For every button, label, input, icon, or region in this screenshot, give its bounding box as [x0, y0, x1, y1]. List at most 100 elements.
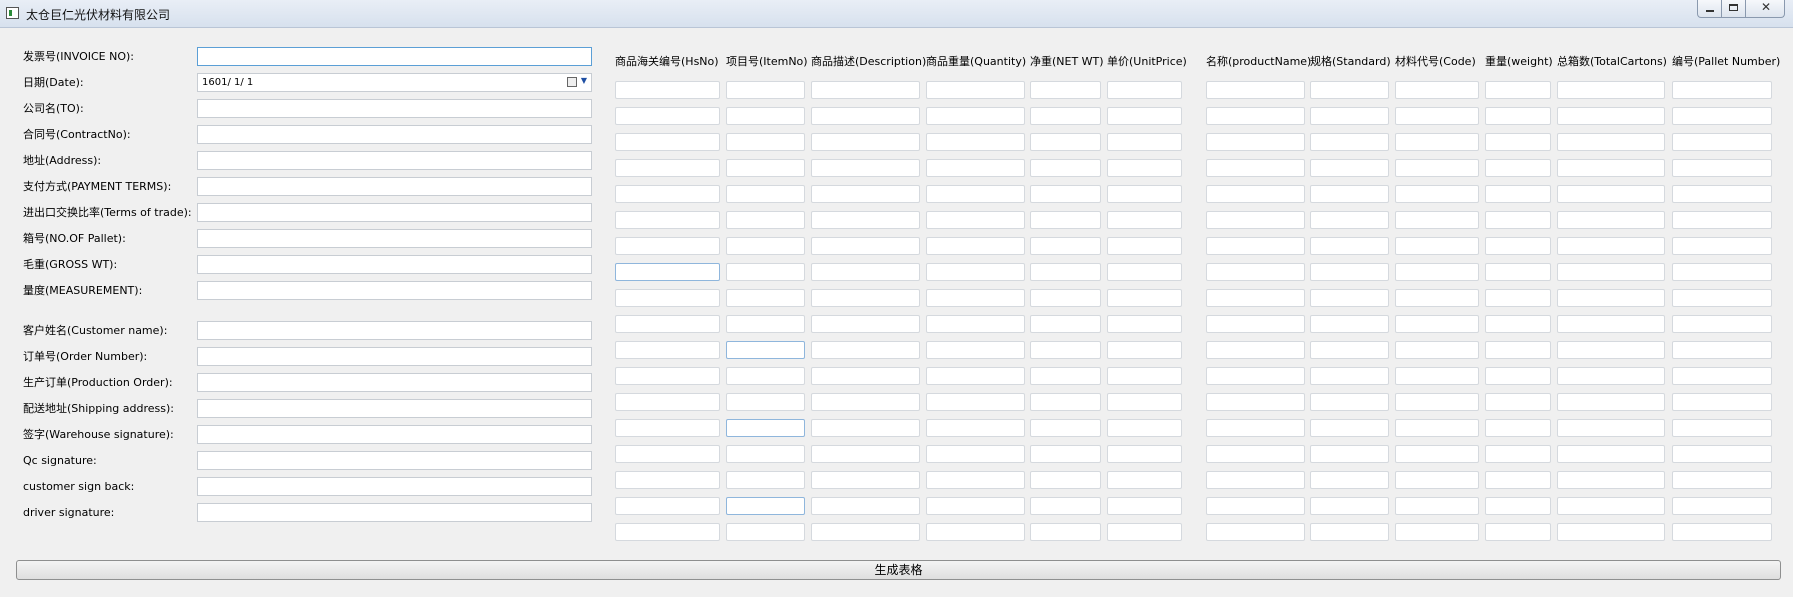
form-field-input[interactable]: [197, 125, 592, 144]
grid-cell-input[interactable]: [1107, 81, 1182, 99]
grid-cell-input[interactable]: [1206, 81, 1305, 99]
grid-cell-input[interactable]: [1310, 393, 1389, 411]
grid-cell-input[interactable]: [1310, 523, 1389, 541]
grid-cell-input[interactable]: [726, 263, 805, 281]
grid-cell-input[interactable]: [811, 315, 920, 333]
grid-cell-input[interactable]: [811, 341, 920, 359]
form-field-input[interactable]: [197, 347, 592, 366]
grid-cell-input[interactable]: [1310, 367, 1389, 385]
grid-cell-input[interactable]: [1557, 289, 1665, 307]
grid-cell-input[interactable]: [726, 419, 805, 437]
grid-cell-input[interactable]: [726, 341, 805, 359]
grid-cell-input[interactable]: [811, 211, 920, 229]
grid-cell-input[interactable]: [1672, 523, 1772, 541]
grid-cell-input[interactable]: [926, 497, 1025, 515]
grid-cell-input[interactable]: [811, 237, 920, 255]
grid-cell-input[interactable]: [1107, 211, 1182, 229]
grid-cell-input[interactable]: [1672, 471, 1772, 489]
grid-cell-input[interactable]: [1206, 523, 1305, 541]
grid-cell-input[interactable]: [926, 185, 1025, 203]
grid-cell-input[interactable]: [1030, 185, 1101, 203]
generate-table-button[interactable]: 生成表格: [16, 560, 1781, 580]
grid-cell-input[interactable]: [1485, 237, 1551, 255]
grid-cell-input[interactable]: [1030, 445, 1101, 463]
grid-cell-input[interactable]: [1310, 133, 1389, 151]
grid-cell-input[interactable]: [1310, 159, 1389, 177]
grid-cell-input[interactable]: [1030, 81, 1101, 99]
grid-cell-input[interactable]: [1557, 159, 1665, 177]
grid-cell-input[interactable]: [1557, 523, 1665, 541]
grid-cell-input[interactable]: [615, 341, 720, 359]
grid-cell-input[interactable]: [615, 133, 720, 151]
grid-cell-input[interactable]: [926, 341, 1025, 359]
grid-cell-input[interactable]: [726, 289, 805, 307]
grid-cell-input[interactable]: [1206, 237, 1305, 255]
grid-cell-input[interactable]: [615, 367, 720, 385]
grid-cell-input[interactable]: [1672, 211, 1772, 229]
grid-cell-input[interactable]: [926, 263, 1025, 281]
grid-cell-input[interactable]: [615, 497, 720, 515]
grid-cell-input[interactable]: [1107, 341, 1182, 359]
grid-cell-input[interactable]: [1672, 81, 1772, 99]
grid-cell-input[interactable]: [1206, 159, 1305, 177]
grid-cell-input[interactable]: [1206, 185, 1305, 203]
form-field-input[interactable]: [197, 203, 592, 222]
grid-cell-input[interactable]: [615, 445, 720, 463]
grid-cell-input[interactable]: [926, 159, 1025, 177]
grid-cell-input[interactable]: [615, 263, 720, 281]
grid-cell-input[interactable]: [1557, 445, 1665, 463]
grid-cell-input[interactable]: [1107, 497, 1182, 515]
grid-cell-input[interactable]: [811, 81, 920, 99]
grid-cell-input[interactable]: [811, 159, 920, 177]
calendar-icon[interactable]: [567, 77, 577, 87]
grid-cell-input[interactable]: [1672, 393, 1772, 411]
grid-cell-input[interactable]: [926, 133, 1025, 151]
grid-cell-input[interactable]: [1557, 471, 1665, 489]
form-field-input[interactable]: [197, 321, 592, 340]
grid-cell-input[interactable]: [1485, 445, 1551, 463]
grid-cell-input[interactable]: [1310, 445, 1389, 463]
grid-cell-input[interactable]: [726, 315, 805, 333]
grid-cell-input[interactable]: [1107, 393, 1182, 411]
grid-cell-input[interactable]: [1107, 107, 1182, 125]
grid-cell-input[interactable]: [1310, 315, 1389, 333]
grid-cell-input[interactable]: [1107, 471, 1182, 489]
grid-cell-input[interactable]: [1030, 263, 1101, 281]
grid-cell-input[interactable]: [1030, 159, 1101, 177]
grid-cell-input[interactable]: [726, 159, 805, 177]
grid-cell-input[interactable]: [726, 133, 805, 151]
grid-cell-input[interactable]: [1030, 237, 1101, 255]
grid-cell-input[interactable]: [1557, 237, 1665, 255]
grid-cell-input[interactable]: [1672, 107, 1772, 125]
grid-cell-input[interactable]: [1030, 523, 1101, 541]
grid-cell-input[interactable]: [1672, 497, 1772, 515]
grid-cell-input[interactable]: [1310, 185, 1389, 203]
grid-cell-input[interactable]: [1672, 367, 1772, 385]
form-field-input[interactable]: [197, 399, 592, 418]
grid-cell-input[interactable]: [1206, 315, 1305, 333]
grid-cell-input[interactable]: [1206, 393, 1305, 411]
grid-cell-input[interactable]: [1107, 523, 1182, 541]
grid-cell-input[interactable]: [1310, 497, 1389, 515]
grid-cell-input[interactable]: [1672, 315, 1772, 333]
grid-cell-input[interactable]: [615, 289, 720, 307]
grid-cell-input[interactable]: [926, 523, 1025, 541]
grid-cell-input[interactable]: [926, 237, 1025, 255]
grid-cell-input[interactable]: [811, 107, 920, 125]
grid-cell-input[interactable]: [1030, 315, 1101, 333]
grid-cell-input[interactable]: [1395, 107, 1479, 125]
grid-cell-input[interactable]: [1206, 445, 1305, 463]
grid-cell-input[interactable]: [1395, 497, 1479, 515]
grid-cell-input[interactable]: [726, 523, 805, 541]
grid-cell-input[interactable]: [726, 107, 805, 125]
grid-cell-input[interactable]: [726, 445, 805, 463]
grid-cell-input[interactable]: [1310, 263, 1389, 281]
grid-cell-input[interactable]: [1206, 341, 1305, 359]
grid-cell-input[interactable]: [726, 211, 805, 229]
grid-cell-input[interactable]: [1395, 81, 1479, 99]
form-field-input[interactable]: [197, 281, 592, 300]
grid-cell-input[interactable]: [1557, 133, 1665, 151]
grid-cell-input[interactable]: [1395, 263, 1479, 281]
grid-cell-input[interactable]: [1672, 419, 1772, 437]
grid-cell-input[interactable]: [1672, 237, 1772, 255]
